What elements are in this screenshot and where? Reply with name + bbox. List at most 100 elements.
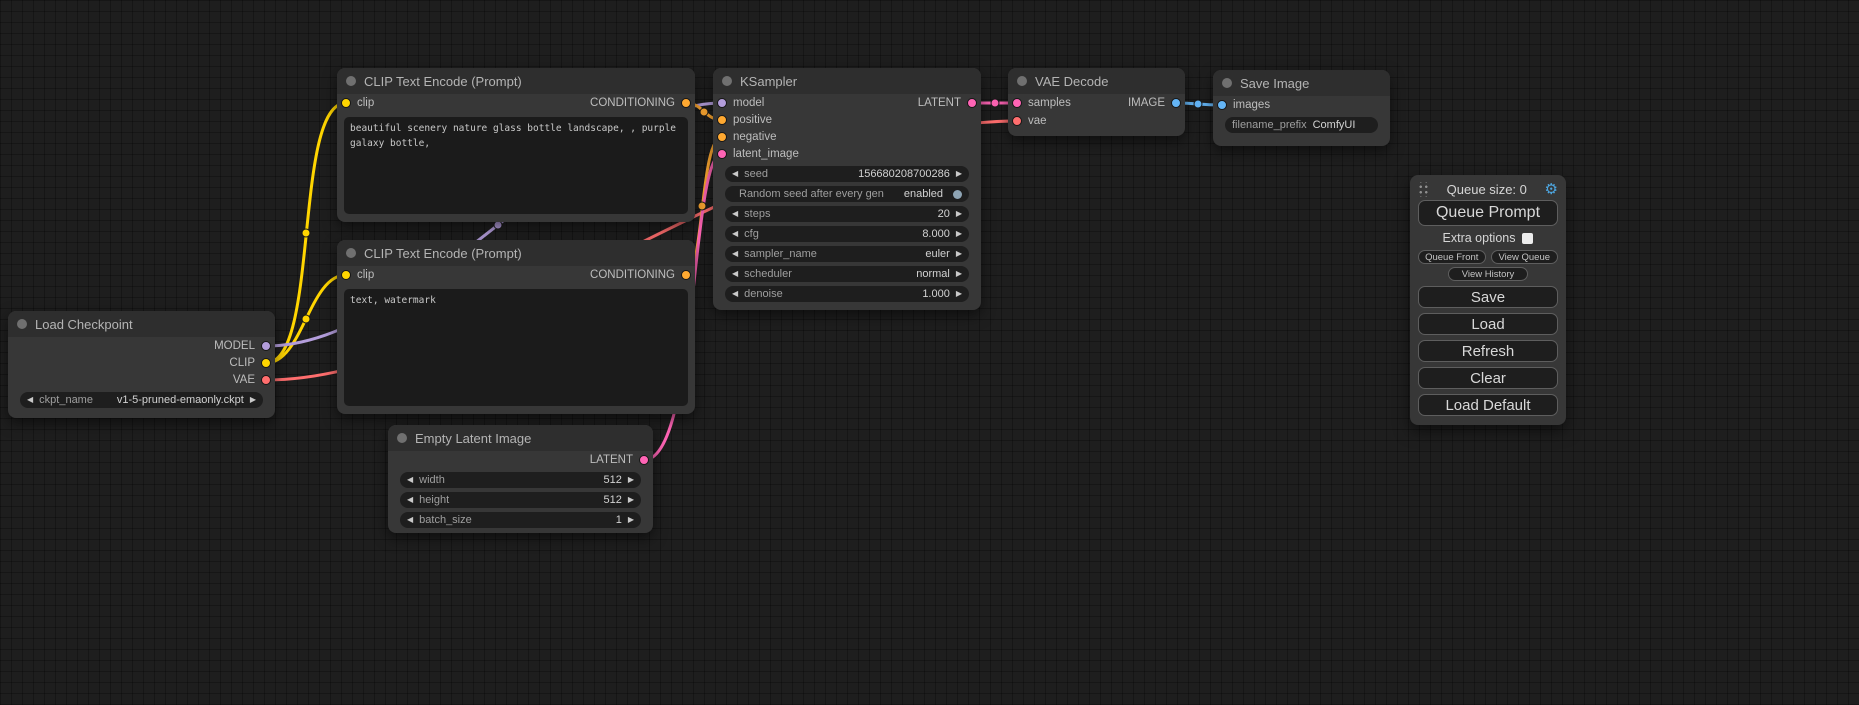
link-midpoint-dot: [1194, 100, 1202, 108]
node-header[interactable]: Empty Latent Image: [388, 425, 653, 451]
increment-arrow-icon[interactable]: ▶: [956, 230, 962, 238]
filename-prefix-widget[interactable]: filename_prefix ComfyUI: [1225, 117, 1378, 133]
increment-arrow-icon[interactable]: ▶: [628, 516, 634, 524]
decrement-arrow-icon[interactable]: ◀: [407, 496, 413, 504]
ckpt-name-widget[interactable]: ◀ ckpt_name v1-5-pruned-emaonly.ckpt ▶: [20, 392, 263, 408]
batch-size-widget[interactable]: ◀ batch_size 1 ▶: [400, 512, 641, 528]
increment-arrow-icon[interactable]: ▶: [956, 270, 962, 278]
widget-value: v1-5-pruned-emaonly.ckpt: [117, 394, 244, 406]
node-header[interactable]: CLIP Text Encode (Prompt): [337, 240, 695, 266]
refresh-button[interactable]: Refresh: [1418, 340, 1558, 362]
collapse-dot-icon[interactable]: [17, 319, 27, 329]
increment-arrow-icon[interactable]: ▶: [956, 290, 962, 298]
decrement-arrow-icon[interactable]: ◀: [732, 290, 738, 298]
node-header[interactable]: VAE Decode: [1008, 68, 1185, 94]
collapse-dot-icon[interactable]: [1222, 78, 1232, 88]
latent-image-input-slot[interactable]: [717, 149, 727, 159]
clear-button[interactable]: Clear: [1418, 367, 1558, 389]
decrement-arrow-icon[interactable]: ◀: [27, 396, 33, 404]
sampler-name-widget[interactable]: ◀ sampler_name euler ▶: [725, 246, 969, 262]
steps-widget[interactable]: ◀ steps 20 ▶: [725, 206, 969, 222]
decrement-arrow-icon[interactable]: ◀: [732, 230, 738, 238]
random-seed-toggle-widget[interactable]: Random seed after every gen enabled: [725, 186, 969, 202]
output-label: CLIP: [229, 357, 255, 369]
vae-input-slot[interactable]: [1012, 116, 1022, 126]
decrement-arrow-icon[interactable]: ◀: [732, 170, 738, 178]
view-history-button[interactable]: View History: [1448, 267, 1528, 281]
increment-arrow-icon[interactable]: ▶: [956, 170, 962, 178]
decrement-arrow-icon[interactable]: ◀: [407, 516, 413, 524]
increment-arrow-icon[interactable]: ▶: [956, 210, 962, 218]
latent-output-slot[interactable]: [967, 98, 977, 108]
save-button[interactable]: Save: [1418, 286, 1558, 308]
negative-input-slot[interactable]: [717, 132, 727, 142]
node-header[interactable]: CLIP Text Encode (Prompt): [337, 68, 695, 94]
decrement-arrow-icon[interactable]: ◀: [407, 476, 413, 484]
decrement-arrow-icon[interactable]: ◀: [732, 210, 738, 218]
decrement-arrow-icon[interactable]: ◀: [732, 270, 738, 278]
node-clip-text-encode-negative[interactable]: CLIP Text Encode (Prompt) clip CONDITION…: [337, 240, 695, 414]
collapse-dot-icon[interactable]: [346, 248, 356, 258]
samples-input-slot[interactable]: [1012, 98, 1022, 108]
seed-widget[interactable]: ◀ seed 156680208700286 ▶: [725, 166, 969, 182]
widget-label: cfg: [744, 228, 759, 240]
collapse-dot-icon[interactable]: [1017, 76, 1027, 86]
collapse-dot-icon[interactable]: [346, 76, 356, 86]
denoise-widget[interactable]: ◀ denoise 1.000 ▶: [725, 286, 969, 302]
cfg-widget[interactable]: ◀ cfg 8.000 ▶: [725, 226, 969, 242]
collapse-dot-icon[interactable]: [722, 76, 732, 86]
node-clip-text-encode-positive[interactable]: CLIP Text Encode (Prompt) clip CONDITION…: [337, 68, 695, 222]
widget-label: sampler_name: [744, 248, 817, 260]
model-output-slot[interactable]: [261, 341, 271, 351]
scheduler-widget[interactable]: ◀ scheduler normal ▶: [725, 266, 969, 282]
node-empty-latent-image[interactable]: Empty Latent Image LATENT ◀ width 512 ▶ …: [388, 425, 653, 533]
node-title: CLIP Text Encode (Prompt): [364, 74, 522, 89]
increment-arrow-icon[interactable]: ▶: [628, 496, 634, 504]
clip-input-slot[interactable]: [341, 270, 351, 280]
width-widget[interactable]: ◀ width 512 ▶: [400, 472, 641, 488]
load-default-button[interactable]: Load Default: [1418, 394, 1558, 416]
node-header[interactable]: Load Checkpoint: [8, 311, 275, 337]
node-title: Empty Latent Image: [415, 431, 531, 446]
model-input-slot[interactable]: [717, 98, 727, 108]
queue-front-button[interactable]: Queue Front: [1418, 250, 1486, 264]
collapse-dot-icon[interactable]: [397, 433, 407, 443]
image-output-slot[interactable]: [1171, 98, 1181, 108]
node-vae-decode[interactable]: VAE Decode samples IMAGE vae: [1008, 68, 1185, 136]
toggle-indicator-icon[interactable]: [953, 190, 962, 199]
node-save-image[interactable]: Save Image images filename_prefix ComfyU…: [1213, 70, 1390, 146]
conditioning-output-slot[interactable]: [681, 98, 691, 108]
drag-handle-icon[interactable]: [1418, 182, 1429, 197]
output-label: MODEL: [214, 340, 255, 352]
node-title: CLIP Text Encode (Prompt): [364, 246, 522, 261]
decrement-arrow-icon[interactable]: ◀: [732, 250, 738, 258]
clip-input-slot[interactable]: [341, 98, 351, 108]
latent-output-slot[interactable]: [639, 455, 649, 465]
vae-output-slot[interactable]: [261, 375, 271, 385]
load-button[interactable]: Load: [1418, 313, 1558, 335]
clip-output-slot[interactable]: [261, 358, 271, 368]
conditioning-output-slot[interactable]: [681, 270, 691, 280]
height-widget[interactable]: ◀ height 512 ▶: [400, 492, 641, 508]
increment-arrow-icon[interactable]: ▶: [956, 250, 962, 258]
node-load-checkpoint[interactable]: Load Checkpoint MODEL CLIP VAE ◀ ckpt_na…: [8, 311, 275, 418]
output-label: VAE: [233, 374, 255, 386]
node-header[interactable]: Save Image: [1213, 70, 1390, 96]
extra-options-checkbox[interactable]: [1522, 233, 1533, 244]
node-header[interactable]: KSampler: [713, 68, 981, 94]
queue-prompt-button[interactable]: Queue Prompt: [1418, 200, 1558, 226]
prompt-text[interactable]: text, watermark: [344, 289, 688, 406]
increment-arrow-icon[interactable]: ▶: [628, 476, 634, 484]
images-input-slot[interactable]: [1217, 100, 1227, 110]
view-queue-button[interactable]: View Queue: [1491, 250, 1559, 264]
increment-arrow-icon[interactable]: ▶: [250, 396, 256, 404]
node-title: Save Image: [1240, 76, 1309, 91]
link-midpoint-dot: [991, 99, 999, 107]
gear-icon[interactable]: ⚙: [1545, 182, 1558, 197]
widget-value: 156680208700286: [858, 168, 950, 180]
link-midpoint-dot: [698, 202, 706, 210]
input-label: vae: [1028, 115, 1047, 127]
node-ksampler[interactable]: KSampler LATENT model positive negative …: [713, 68, 981, 310]
positive-input-slot[interactable]: [717, 115, 727, 125]
prompt-text[interactable]: beautiful scenery nature glass bottle la…: [344, 117, 688, 214]
